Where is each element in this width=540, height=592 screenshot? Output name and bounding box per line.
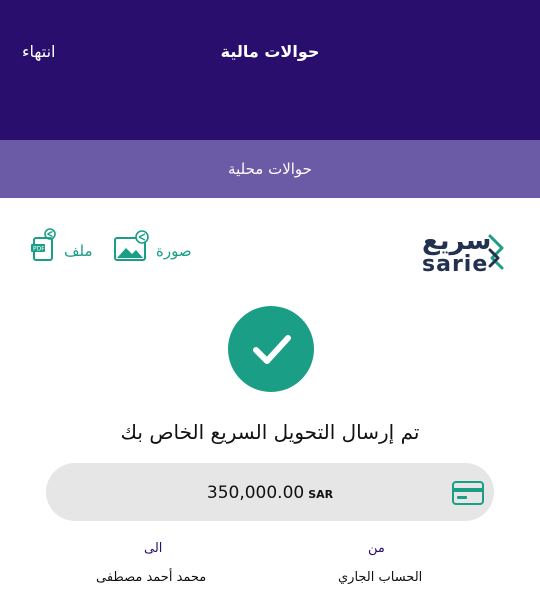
share-image-label: صورة [156, 242, 192, 260]
success-message: تم إرسال التحويل السريع الخاص بك [120, 420, 420, 444]
share-file-label: ملف [64, 242, 93, 260]
from-label: من [368, 541, 385, 556]
check-icon [253, 335, 291, 364]
image-share-icon [114, 230, 149, 261]
currency-code: SAR [308, 488, 334, 501]
source-account: الحساب الجاري [338, 570, 423, 585]
share-image-button[interactable]: صورة [112, 230, 196, 264]
amount-row: 350,000.00 SAR [46, 483, 494, 503]
app-header: انتهاء حوالات مالية [0, 0, 540, 140]
share-file-button[interactable]: PDF ملف [30, 228, 112, 262]
recipient-name: محمد أحمد مصطفى [96, 570, 207, 585]
section-header: حوالات محلية [0, 140, 540, 198]
success-badge [228, 306, 314, 392]
pdf-share-icon: PDF [31, 228, 56, 261]
amount-value: 350,000.00 [206, 483, 305, 503]
logo-mark-icon [488, 234, 504, 270]
section-title: حوالات محلية [228, 160, 312, 178]
amount-card: 350,000.00 SAR [46, 463, 494, 521]
to-label: الى [144, 541, 163, 556]
logo-english-text: sarie [422, 252, 489, 277]
svg-text:PDF: PDF [33, 246, 45, 253]
page-title: حوالات مالية [220, 42, 320, 61]
sarie-logo: سريع sarie [420, 226, 510, 277]
card-icon [452, 481, 484, 505]
